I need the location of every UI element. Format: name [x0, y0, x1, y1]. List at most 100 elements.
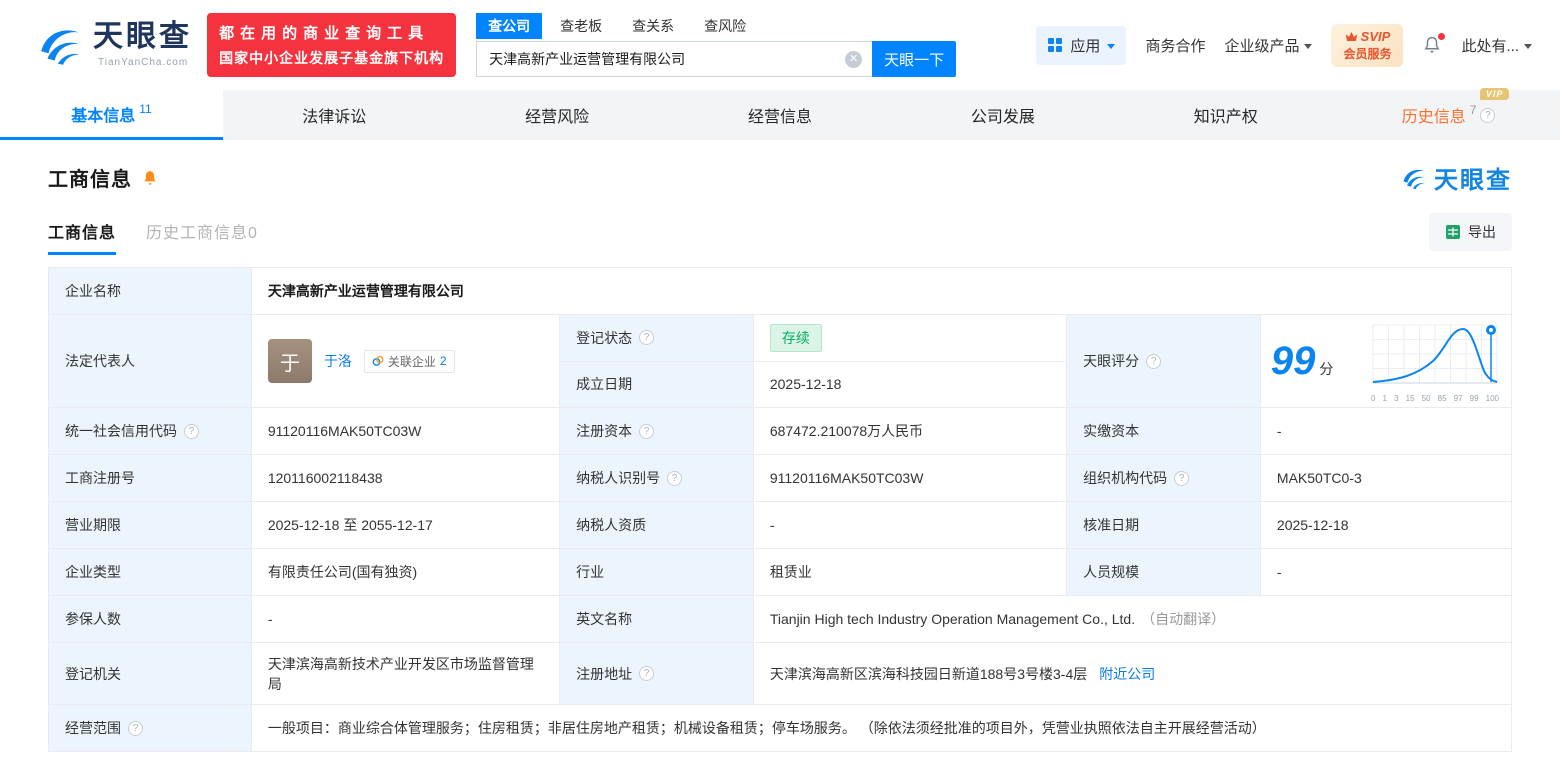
taxpayer-id-value: 91120116MAK50TC03W: [752, 454, 1068, 502]
help-icon[interactable]: [639, 423, 655, 439]
org-code-label: 组织机构代码: [1066, 454, 1261, 502]
search-tab-boss[interactable]: 查老板: [548, 13, 614, 39]
excel-icon: [1446, 225, 1460, 239]
account-menu[interactable]: 此处有...: [1461, 35, 1532, 56]
score-axis: 01 3 15 50 85 97 99 100: [1371, 394, 1499, 403]
top-header: 天眼查 TianYanCha.com 都在用的商业查询工具 国家中小企业发展子基…: [0, 0, 1560, 90]
related-companies-badge[interactable]: 关联企业 2: [363, 349, 455, 373]
promo-banner: 都在用的商业查询工具 国家中小企业发展子基金旗下机构: [207, 13, 457, 77]
svip-title: SVIP: [1360, 28, 1391, 44]
table-row: 企业类型 有限责任公司(国有独资) 行业 租赁业 人员规模 -: [48, 548, 1513, 596]
chevron-down-icon: [1304, 43, 1313, 49]
apps-menu[interactable]: 应用: [1036, 25, 1127, 65]
logo-text: 天眼查 TianYanCha.com: [93, 22, 193, 69]
english-name-label: 英文名称: [559, 595, 754, 643]
help-icon[interactable]: [1174, 470, 1190, 486]
subtab-business-info[interactable]: 工商信息: [48, 219, 117, 255]
tab-operation-info[interactable]: 经营信息: [669, 90, 892, 140]
company-name-value: 天津高新产业运营管理有限公司: [267, 283, 464, 299]
notification-dot: [1438, 33, 1446, 40]
tab-label: 经营风险: [525, 109, 590, 126]
business-term-value: 2025-12-18 至 2055-12-17: [250, 501, 561, 549]
tianyancha-logo-icon: [41, 30, 80, 65]
cooperation-label: 商务合作: [1145, 37, 1206, 55]
table-row: 企业名称 天津高新产业运营管理有限公司: [48, 267, 1513, 315]
legal-rep-name-link[interactable]: 于洛: [324, 351, 352, 371]
apps-label: 应用: [1070, 37, 1101, 55]
search-tab-company[interactable]: 查公司: [476, 12, 543, 39]
enterprise-label: 企业级产品: [1224, 37, 1300, 55]
header-right: 应用 商务合作 企业级产品 SVIP 会员服务 此处有...: [1036, 23, 1532, 67]
help-icon[interactable]: [639, 666, 655, 681]
status-badge: 存续: [769, 323, 822, 352]
status-label: 登记状态: [559, 314, 754, 362]
table-row: 营业期限 2025-12-18 至 2055-12-17 纳税人资质 - 核准日…: [48, 501, 1513, 549]
tab-label: 公司发展: [970, 109, 1035, 126]
help-icon[interactable]: [1146, 353, 1162, 369]
search-tab-relation[interactable]: 查关系: [620, 13, 686, 39]
enterprise-products-menu[interactable]: 企业级产品: [1224, 35, 1313, 56]
search-button[interactable]: 天眼一下: [872, 41, 957, 77]
registered-capital-label: 注册资本: [559, 407, 754, 455]
credit-code-label: 统一社会信用代码: [48, 407, 252, 455]
registry-authority-value: 天津滨海高新技术产业开发区市场监督管理局: [250, 642, 561, 705]
clear-search-icon[interactable]: [845, 50, 863, 68]
help-icon[interactable]: [128, 720, 143, 736]
registered-address-label: 注册地址: [559, 642, 754, 705]
tab-operation-risk[interactable]: 经营风险: [446, 90, 669, 140]
search-tab-risk[interactable]: 查风险: [692, 13, 758, 39]
nearby-companies-link[interactable]: 附近公司: [1099, 666, 1155, 682]
search-bar: 天眼一下: [476, 41, 957, 77]
establish-date-value: 2025-12-18: [752, 360, 1068, 408]
help-icon[interactable]: [1480, 107, 1496, 123]
table-row: 法定代表人 于 于洛 关联企业 2 登记状态 ? 存续 天眼评分 ? 99 分 …: [48, 314, 1513, 408]
promo-line1: 都在用的商业查询工具: [219, 25, 430, 42]
tab-label: 经营信息: [748, 109, 813, 126]
related-label: 关联企业: [387, 354, 436, 369]
table-row: 经营范围 一般项目：商业综合体管理服务；住房租赁；非居住房地产租赁；机械设备租赁…: [48, 704, 1513, 752]
tianyancha-watermark-icon: [1403, 169, 1426, 189]
company-type-label: 企业类型: [48, 548, 252, 596]
tab-history-info[interactable]: 历史信息 7 VIP: [1337, 88, 1560, 140]
notification-bell[interactable]: [1422, 33, 1446, 55]
business-scope-label: 经营范围: [48, 704, 252, 752]
score-label: 天眼评分: [1066, 314, 1261, 408]
tab-intellectual-property[interactable]: 知识产权: [1114, 90, 1337, 140]
registration-number-value: 120116002118438: [250, 454, 561, 502]
paid-in-capital-label: 实缴资本: [1066, 407, 1261, 455]
registry-authority-label: 登记机关: [48, 642, 252, 705]
auto-translate-note: （自动翻译）: [1141, 611, 1226, 627]
registered-capital-value: 687472.210078万人民币: [752, 407, 1068, 455]
help-icon[interactable]: [184, 423, 199, 439]
business-scope-value: 一般项目：商业综合体管理服务；住房租赁；非居住房地产租赁；机械设备租赁；停车场服…: [250, 704, 1513, 752]
main-content: 工商信息 天眼查 工商信息 历史工商信息0 导出 企业名称 天津高新产业运营管理…: [0, 160, 1560, 752]
tab-legal-proceedings[interactable]: 法律诉讼: [223, 90, 446, 140]
export-button[interactable]: 导出: [1429, 213, 1512, 251]
legal-rep-avatar[interactable]: 于: [267, 339, 312, 383]
svip-subtitle: 会员服务: [1343, 46, 1392, 61]
reminder-bell-icon[interactable]: [141, 169, 159, 187]
help-icon[interactable]: [639, 330, 655, 346]
table-row: 统一社会信用代码 91120116MAK50TC03W 注册资本 687472.…: [48, 407, 1513, 455]
business-cooperation-link[interactable]: 商务合作: [1145, 35, 1205, 56]
promo-line2: 国家中小企业发展子基金旗下机构: [219, 50, 445, 66]
company-type-value: 有限责任公司(国有独资): [250, 548, 561, 596]
legal-rep-label: 法定代表人: [48, 314, 252, 408]
account-name: 此处有...: [1461, 37, 1519, 55]
approval-date-label: 核准日期: [1066, 501, 1261, 549]
tab-count: 7: [1469, 103, 1477, 117]
tab-label: 历史信息: [1401, 109, 1466, 126]
export-label: 导出: [1468, 224, 1496, 240]
svip-membership[interactable]: SVIP 会员服务: [1331, 23, 1404, 67]
industry-value: 租赁业: [752, 548, 1068, 596]
tab-basic-info[interactable]: 基本信息 11: [0, 90, 223, 140]
brand-domain: TianYanCha.com: [93, 57, 193, 68]
approval-date-value: 2025-12-18: [1259, 501, 1513, 549]
industry-label: 行业: [559, 548, 754, 596]
search-input[interactable]: [477, 51, 873, 67]
help-icon[interactable]: [667, 470, 683, 486]
tab-company-development[interactable]: 公司发展: [891, 90, 1114, 140]
tianyancha-logo[interactable]: 天眼查 TianYanCha.com: [35, 20, 193, 70]
subtab-history-business-info[interactable]: 历史工商信息0: [146, 219, 258, 255]
insured-count-label: 参保人数: [48, 595, 252, 643]
